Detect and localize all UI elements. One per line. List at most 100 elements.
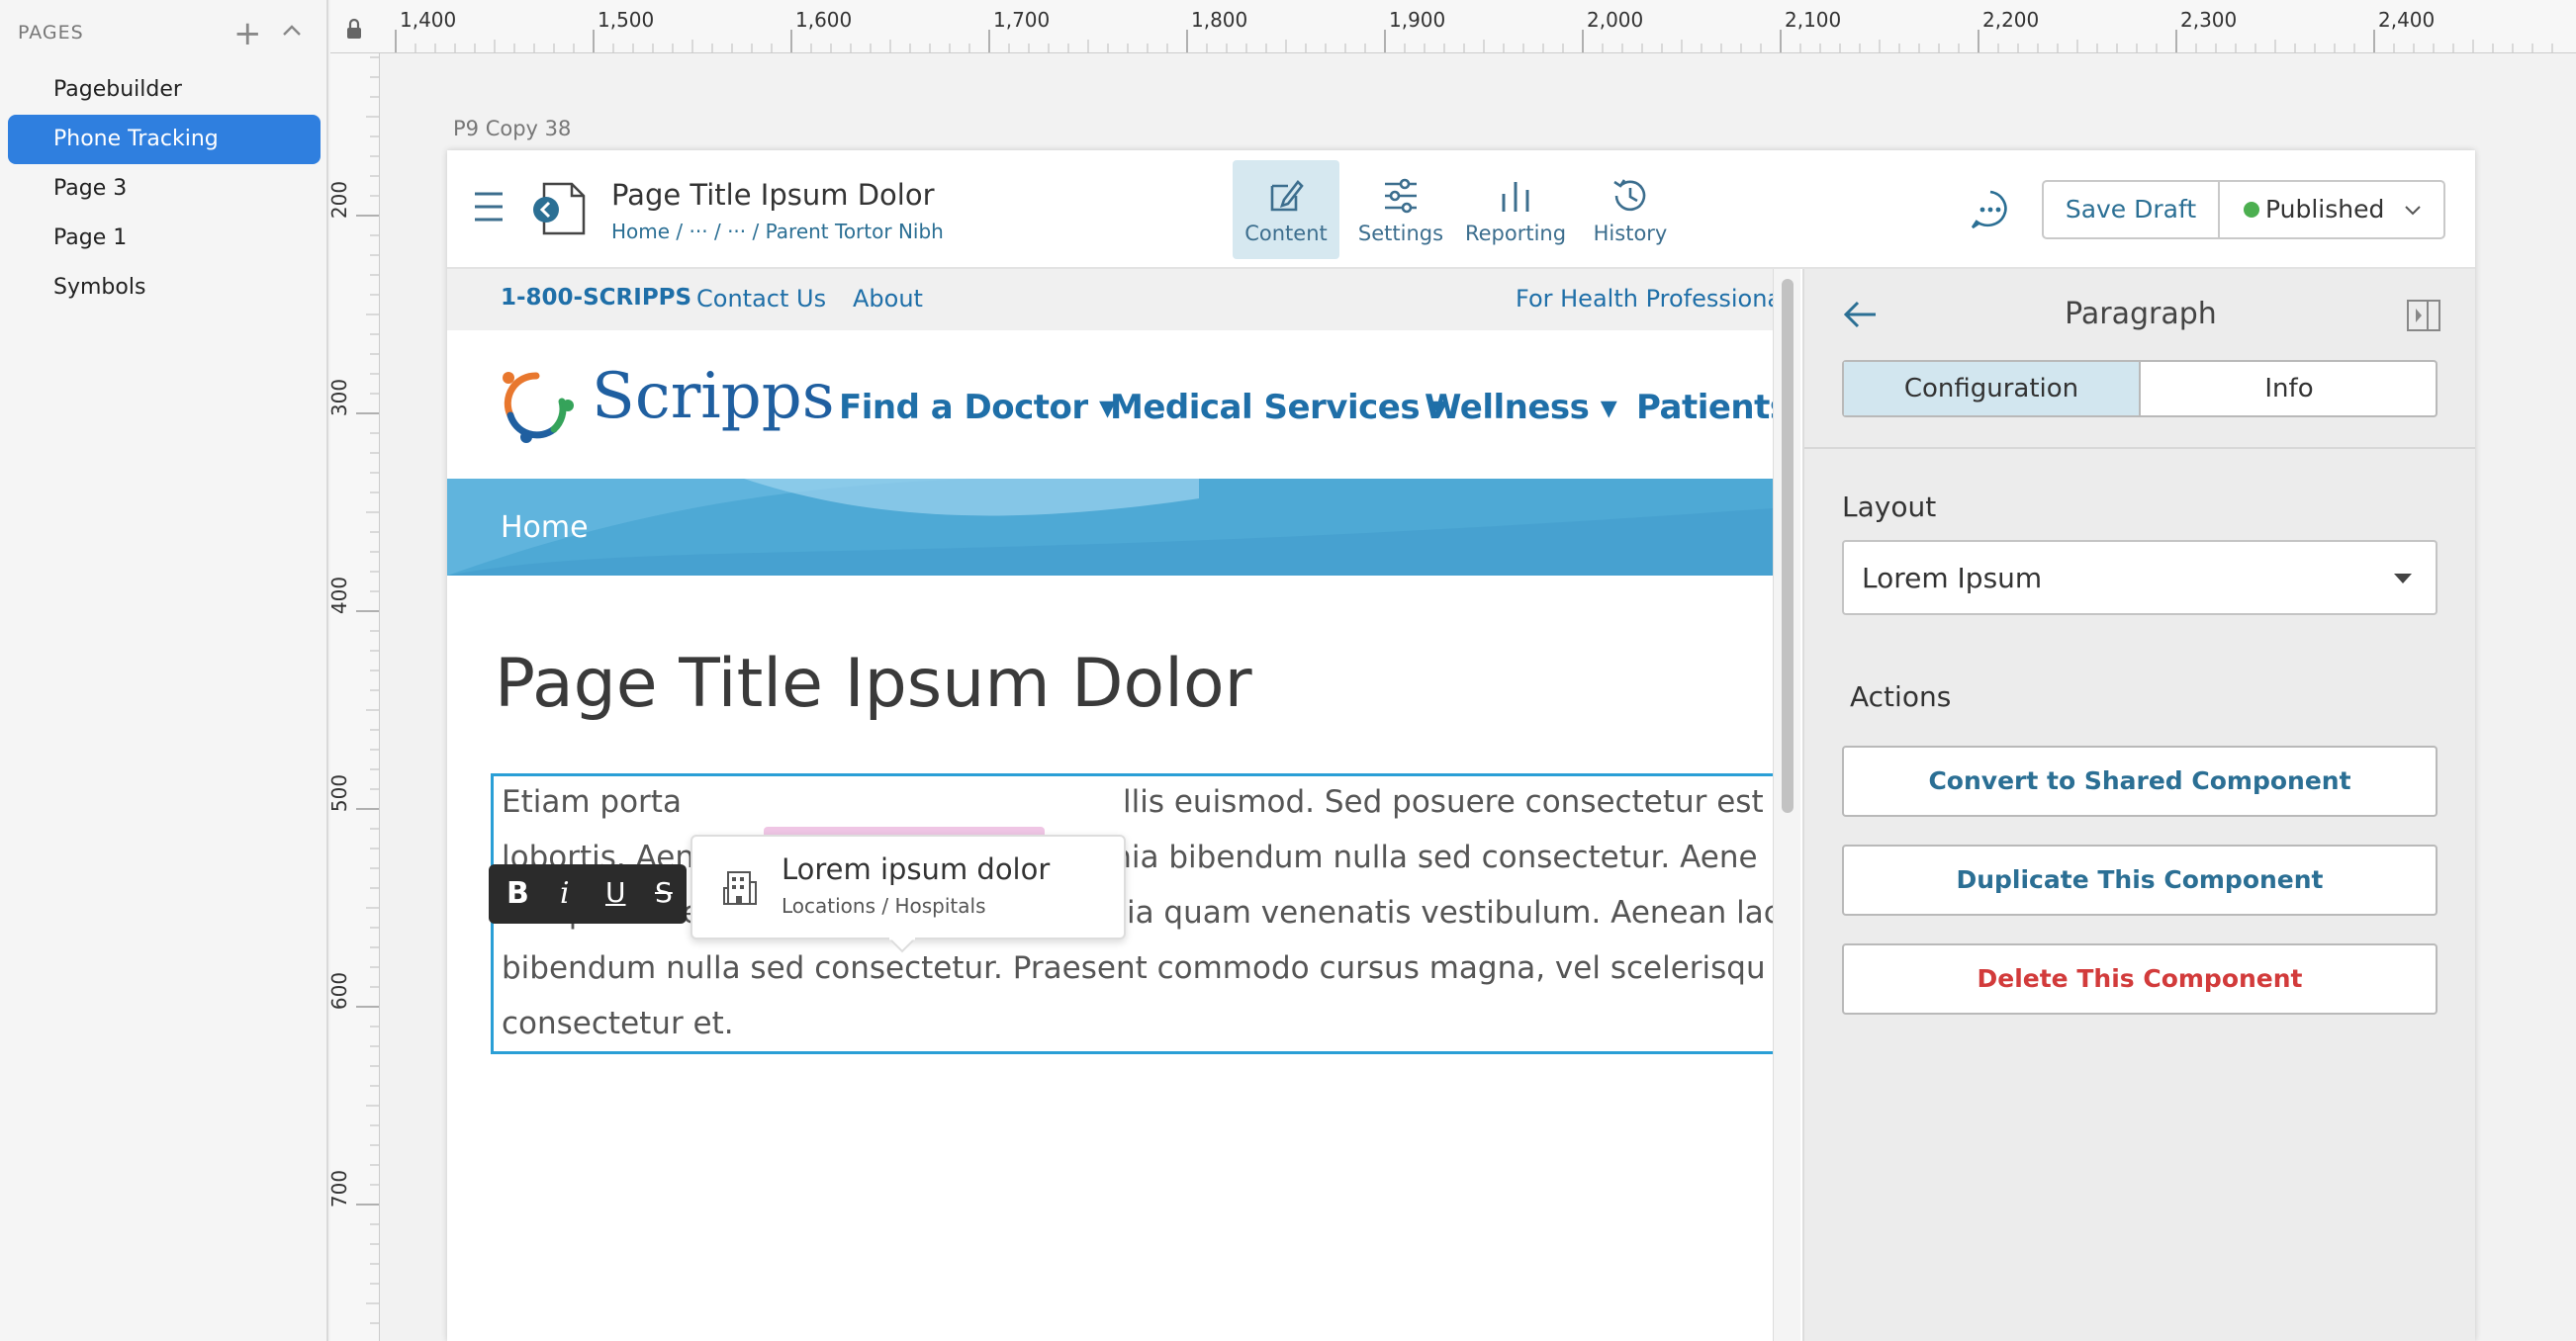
panel-title: Paragraph [2065,297,2217,331]
breadcrumb-separator: / [713,220,721,243]
site-preview: 1-800-SCRIPPS Contact Us About For Healt… [447,269,1773,1341]
ruler-label: 500 [330,773,352,813]
scripps-logo-text[interactable]: Scripps [592,360,835,433]
hero-banner: Home [447,479,1773,576]
properties-panel: Paragraph Configuration Info Layout Lore… [1802,269,2475,1341]
status-dropdown[interactable]: Published [2222,182,2445,237]
page-item-page-1[interactable]: Page 1 [8,214,321,263]
sliders-icon [1385,178,1417,214]
ruler-label: 1,800 [1191,8,1248,32]
tool-label: History [1593,222,1668,245]
ruler-label: 2,400 [2378,8,2436,32]
format-toolbar: B i U S [489,864,687,924]
tooltip-subtitle: Locations / Hospitals [782,894,986,918]
edit-icon [1270,180,1304,212]
health-professionals-link[interactable]: For Health Professional [1516,285,1773,313]
artboard-label[interactable]: P9 Copy 38 [453,117,571,140]
page-item-symbols[interactable]: Symbols [8,263,321,313]
nav-patients[interactable]: Patients & [1636,388,1773,427]
breadcrumb-ellipsis[interactable]: ··· [690,220,708,243]
hero-wave-decoration [447,479,1773,576]
tool-content[interactable]: Content [1233,160,1339,259]
scripps-logo-icon[interactable] [497,366,576,445]
tool-settings[interactable]: Settings [1347,160,1454,259]
publish-controls: Save Draft Published [2042,180,2445,239]
paragraph-text[interactable]: Etiam porta [502,784,682,820]
tool-reporting[interactable]: Reporting [1462,160,1569,259]
contact-us-link[interactable]: Contact Us [696,285,826,313]
bar-chart-icon [1502,182,1529,212]
save-draft-button[interactable]: Save Draft [2044,182,2220,237]
delete-component-button[interactable]: Delete This Component [1842,943,2438,1015]
ruler-label: 600 [330,971,352,1011]
chevron-up-icon[interactable] [279,18,305,44]
ruler-label: 1,600 [795,8,853,32]
pages-header: PAGES [18,22,84,44]
scrollbar-thumb[interactable] [1782,279,1794,813]
hamburger-menu-icon[interactable] [473,190,505,224]
status-dot-icon [2244,202,2259,218]
ruler-label: 700 [330,1169,352,1208]
lock-icon[interactable] [344,18,364,40]
breadcrumb-separator: / [752,220,760,243]
page-document-icon[interactable] [530,180,590,237]
ruler-top: 1,400 1,500 1,600 1,700 1,800 1,900 2,00… [330,0,2576,53]
page-title: Page Title Ipsum Dolor [611,178,935,212]
page-item-phone-tracking[interactable]: Phone Tracking [8,115,321,164]
ruler-label: 2,000 [1587,8,1644,32]
layout-select[interactable]: Lorem Ipsum [1842,540,2438,615]
main-nav: Scripps Find a Doctor ▾ Medical Services… [447,330,1773,479]
tooltip-title: Lorem ipsum dolor [782,852,1051,886]
ruler-label: 200 [330,180,352,220]
breadcrumb-home[interactable]: Home [611,220,670,243]
paragraph-text[interactable]: lacinia bibendum nulla sed consectetur. … [1059,840,1758,875]
paragraph-text[interactable]: bibendum nulla sed consectetur. Praesent… [502,950,1766,986]
about-link[interactable]: About [853,285,923,313]
tool-label: Reporting [1464,222,1567,245]
page-item-page-3[interactable]: Page 3 [8,164,321,214]
tool-label: Settings [1357,222,1444,245]
actions-label: Actions [1850,680,1952,713]
ruler-label: 2,300 [2180,8,2238,32]
ruler-top-ticks [395,30,2553,52]
convert-to-shared-component-button[interactable]: Convert to Shared Component [1842,746,2438,817]
strikethrough-button[interactable]: S [655,876,673,909]
nav-wellness[interactable]: Wellness ▾ [1425,388,1617,427]
add-page-icon[interactable]: + [233,14,262,53]
location-tooltip[interactable]: Lorem ipsum dolor Locations / Hospitals [690,835,1126,953]
breadcrumb-parent[interactable]: Parent Tortor Nibh [766,220,944,243]
site-page-heading[interactable]: Page Title Ipsum Dolor [495,645,1252,723]
ruler-label: 2,200 [1982,8,2040,32]
ruler-label: 2,100 [1785,8,1842,32]
nav-find-a-doctor[interactable]: Find a Doctor ▾ [839,388,1116,427]
panel-divider [1804,447,2475,449]
caret-down-icon [2394,574,2412,583]
duplicate-component-button[interactable]: Duplicate This Component [1842,845,2438,916]
layout-label: Layout [1842,491,1937,523]
collapse-panel-icon[interactable] [2406,299,2441,332]
site-scrollbar[interactable] [1773,269,1800,1341]
underline-button[interactable]: U [605,876,626,909]
tab-configuration[interactable]: Configuration [1844,362,2141,415]
italic-button[interactable]: i [560,876,570,911]
paragraph-text[interactable]: consectetur et. [502,1006,734,1041]
paragraph-text[interactable]: llis euismod. Sed posuere consectetur es… [1123,784,1773,820]
tool-history[interactable]: History [1577,160,1684,259]
comments-icon[interactable] [1969,188,2012,231]
utility-bar: 1-800-SCRIPPS Contact Us About For Healt… [447,269,1773,330]
tab-info[interactable]: Info [2143,362,2436,415]
ruler-label: 400 [330,576,352,615]
breadcrumb-separator: / [676,220,684,243]
ruler-label: 1,700 [993,8,1051,32]
utility-phone-link[interactable]: 1-800-SCRIPPS [501,285,691,311]
bold-button[interactable]: B [506,876,529,911]
ruler-label: 1,900 [1389,8,1446,32]
page-item-pagebuilder[interactable]: Pagebuilder [8,65,321,115]
app-header: Page Title Ipsum Dolor Home / ··· / ··· … [447,150,2475,269]
nav-medical-services[interactable]: Medical Services ▾ [1110,388,1447,427]
layout-select-value: Lorem Ipsum [1862,562,2043,594]
ruler-label: 1,500 [598,8,655,32]
hero-breadcrumb[interactable]: Home [501,510,589,545]
artboard: Page Title Ipsum Dolor Home / ··· / ··· … [447,150,2475,1341]
breadcrumb-ellipsis[interactable]: ··· [727,220,746,243]
